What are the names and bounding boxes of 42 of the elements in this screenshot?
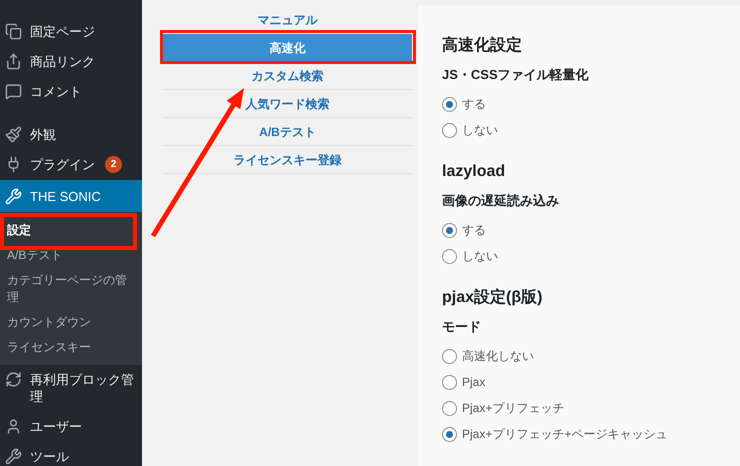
sidebar-item[interactable]: 再利用ブロック管理 — [0, 364, 142, 412]
radio-option[interactable]: 高速化しない — [442, 343, 740, 369]
section-title: pjax設定(β版) — [442, 287, 544, 308]
submenu-item[interactable]: カウントダウン — [0, 310, 142, 334]
update-badge: 2 — [105, 156, 122, 172]
submenu-item[interactable]: A/Bテスト — [0, 242, 142, 268]
sidebar-item[interactable]: 商品リンク — [0, 46, 142, 76]
settings-tab[interactable]: ライセンスキー登録 — [163, 146, 412, 174]
refresh-icon — [5, 371, 22, 388]
submenu-item[interactable]: カテゴリーページの管理 — [0, 268, 142, 310]
field-label: モード — [442, 318, 482, 336]
section-title: lazyload — [442, 162, 506, 182]
radio-option[interactable]: する — [442, 91, 740, 117]
settings-tab[interactable]: A/Bテスト — [163, 118, 412, 146]
share-icon — [5, 52, 22, 70]
wrench-icon — [5, 188, 22, 204]
sidebar-item[interactable]: 固定ページ — [0, 16, 142, 46]
wrench-icon — [5, 448, 22, 465]
radio-option[interactable]: しない — [442, 117, 740, 143]
settings-tab[interactable]: マニュアル — [163, 6, 412, 34]
radio-option[interactable]: しない — [442, 243, 740, 269]
sidebar-item[interactable]: ツール — [0, 442, 142, 466]
settings-tab[interactable]: 高速化 — [163, 34, 412, 62]
pages-icon — [5, 22, 22, 40]
sidebar-item[interactable]: ユーザー — [0, 412, 142, 442]
radio-option[interactable]: Pjax+プリフェッチ — [442, 395, 740, 421]
sidebar-item[interactable]: 外観 — [0, 119, 142, 149]
submenu-item[interactable]: 設定 — [0, 218, 142, 242]
user-icon — [5, 418, 22, 435]
field-label: JS・CSSファイル軽量化 — [442, 66, 590, 84]
comment-icon — [5, 82, 22, 100]
radio-option[interactable]: する — [442, 217, 740, 243]
section-title: 高速化設定 — [442, 35, 523, 56]
sidebar-item[interactable]: プラグイン 2 — [0, 149, 142, 179]
sidebar-item[interactable]: コメント — [0, 76, 142, 106]
radio-option[interactable]: Pjax+プリフェッチ+ページキャッシュ — [442, 421, 740, 447]
radio-option[interactable]: Pjax — [442, 369, 740, 395]
settings-tab[interactable]: カスタム検索 — [163, 62, 412, 90]
field-label: 画像の遅延読み込み — [442, 192, 560, 210]
sidebar-item[interactable]: THE SONIC — [0, 180, 142, 212]
submenu-item[interactable]: ライセンスキー — [0, 334, 142, 360]
brush-icon — [5, 126, 22, 142]
